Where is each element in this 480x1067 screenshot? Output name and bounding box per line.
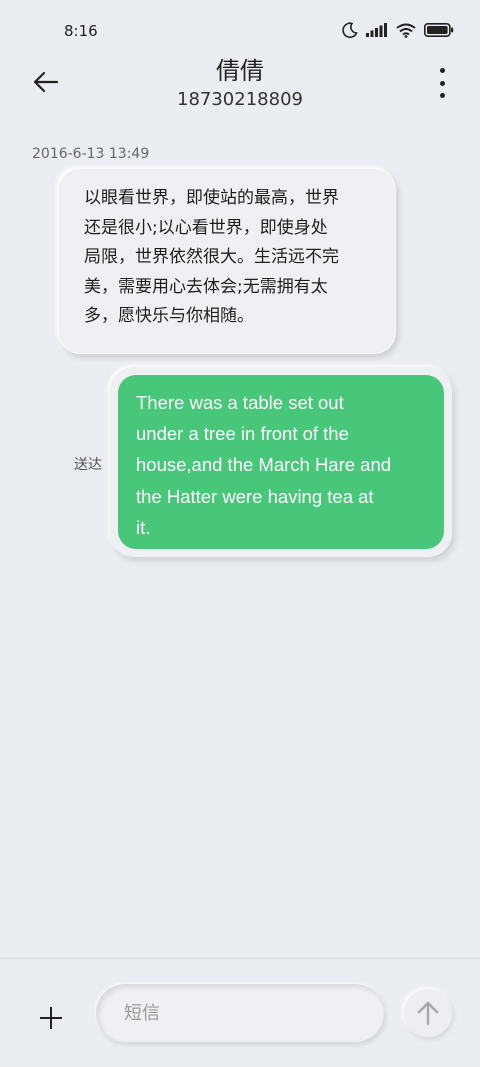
more-dot-icon — [439, 80, 445, 86]
message-input[interactable] — [122, 1001, 358, 1025]
delivery-status: 送达 — [74, 457, 102, 473]
message-line: house,and the March Hare and — [136, 454, 392, 476]
wifi-icon — [396, 23, 416, 38]
send-button[interactable] — [404, 989, 452, 1037]
more-options-button[interactable] — [436, 68, 448, 98]
conversation-header: 倩倩 18730218809 — [0, 56, 480, 116]
more-dot-icon — [439, 68, 445, 73]
status-bar: 8:16 — [0, 0, 480, 60]
message-line: 局限，世界依然很大。生活远不完 — [84, 247, 339, 267]
message-timestamp: 2016-6-13 13:49 — [32, 146, 150, 162]
outgoing-message-frame: There was a table set out under a tree i… — [110, 367, 452, 557]
status-icons — [342, 22, 454, 38]
message-line: 以眼看世界，即使站的最高，世界 — [84, 188, 339, 208]
title-block: 倩倩 18730218809 — [0, 56, 480, 112]
contact-name: 倩倩 — [216, 57, 264, 85]
signal-strength-icon — [366, 23, 387, 37]
status-time: 8:16 — [64, 22, 98, 40]
message-line: 美，需要用心去体会;无需拥有太 — [84, 276, 328, 297]
message-input-container[interactable] — [96, 984, 384, 1042]
message-line: 多，愿快乐与你相随。 — [84, 306, 254, 326]
message-line: 还是很小;以心看世界，即使身处 — [84, 217, 328, 238]
composer-bar — [0, 958, 480, 1067]
more-dot-icon — [439, 93, 445, 98]
message-line: under a tree in front of the — [136, 423, 349, 445]
message-line: it. — [136, 516, 151, 538]
message-line: There was a table set out — [136, 392, 344, 413]
add-attachment-button[interactable] — [36, 1003, 66, 1033]
send-arrow-up-icon — [417, 1001, 439, 1026]
do-not-disturb-moon-icon — [342, 22, 358, 38]
battery-icon — [424, 23, 454, 37]
incoming-message-bubble[interactable]: 以眼看世界，即使站的最高，世界 还是很小;以心看世界，即使身处 局限，世界依然很… — [58, 168, 396, 354]
contact-number: 18730218809 — [177, 89, 303, 110]
outgoing-message-bubble[interactable]: There was a table set out under a tree i… — [118, 375, 444, 549]
message-line: the Hatter were having tea at — [136, 485, 374, 507]
